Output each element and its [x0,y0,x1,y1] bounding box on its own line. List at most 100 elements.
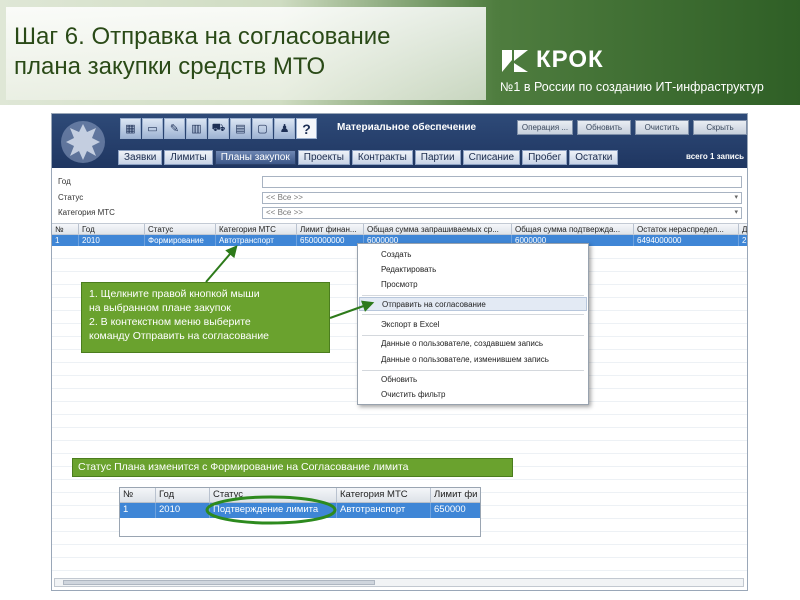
instruction-line: 1. Щелкните правой кнопкой мыши [89,288,260,300]
result-cell-status: Подтверждение лимита [210,503,337,518]
context-menu: Создать Редактировать Просмотр Отправить… [357,243,589,405]
menu-item-created-by[interactable]: Данные о пользователе, создавшем запись [359,337,587,351]
tab-mileage[interactable]: Пробег [522,150,568,165]
page-title-line2: плана закупки средств МТО [14,53,326,80]
result-col-year: Год [156,488,210,502]
refresh-button[interactable]: Обновить [577,120,631,135]
page-title: Шаг 6. Отправка на согласование плана за… [14,22,474,82]
users-icon[interactable]: ♟ [274,118,295,139]
result-col-status: Статус [210,488,337,502]
book-icon[interactable]: ▤ [230,118,251,139]
col-limit[interactable]: Лимит финан... [297,224,364,234]
menu-separator [362,295,584,296]
menu-separator [362,335,584,336]
horizontal-scrollbar[interactable] [54,578,744,587]
status-change-callout: Статус Плана изменится с Формирование на… [72,458,513,477]
result-cell-number: 1 [120,503,156,518]
bank-icon[interactable]: ▦ [120,118,141,139]
tab-contracts[interactable]: Контракты [351,150,413,165]
cell-year: 2010 [79,235,145,246]
tab-writeoff[interactable]: Списание [462,150,521,165]
menu-item-create[interactable]: Создать [359,248,587,262]
operation-button[interactable]: Операция ... [517,120,573,135]
vehicle-icon[interactable]: ⛟ [208,118,229,139]
page-title-line1: Шаг 6. Отправка на согласование [14,23,391,50]
result-grid: № Год Статус Категория МТС Лимит фи 1 20… [119,487,481,537]
module-title: Материальное обеспечение [337,122,477,133]
filter-year: Год [52,176,747,189]
tab-balances[interactable]: Остатки [569,150,619,165]
tab-purchase-plans[interactable]: Планы закупок [214,150,296,165]
krok-logo-icon [502,50,528,72]
menu-item-refresh[interactable]: Обновить [359,373,587,387]
brand-tagline: №1 в России по созданию ИТ-инфраструктур [500,80,764,94]
menu-item-modified-by[interactable]: Данные о пользователе, изменившем запись [359,353,587,367]
brand-name: КРОК [536,46,604,73]
tab-batches[interactable]: Партии [414,150,461,165]
category-select[interactable]: << Все >> ▾ [262,207,742,219]
col-confirmed[interactable]: Общая сумма подтвержда... [512,224,634,234]
cell-category: Автотранспорт [216,235,297,246]
instruction-line: 2. В контекстном меню выберите [89,316,251,328]
col-status[interactable]: Статус [145,224,216,234]
app-toolbar: ▦ ▭ ✎ ▥ ⛟ ▤ ▢ ♟ ? Материальное обеспечен… [52,114,747,168]
col-category[interactable]: Категория МТС [216,224,297,234]
filter-category-label: Категория МТС [58,208,115,217]
col-remainder[interactable]: Остаток нераспредел... [634,224,739,234]
krok-logo: КРОК [500,46,620,76]
col-d[interactable]: Д [739,224,747,234]
header-banner: Шаг 6. Отправка на согласование плана за… [0,0,800,105]
col-requested[interactable]: Общая сумма запрашиваемых ср... [364,224,512,234]
menu-item-clear-filter[interactable]: Очистить фильтр [359,388,587,402]
col-number[interactable]: № [52,224,79,234]
cell-d: 2 [742,236,747,245]
result-cell-limit: 650000 [434,504,466,515]
clear-button[interactable]: Очистить [635,120,689,135]
filter-status: Статус << Все >> ▾ [52,192,747,205]
status-select[interactable]: << Все >> ▾ [262,192,742,204]
instruction-line: команду Отправить на согласование [89,330,270,342]
tab-projects[interactable]: Проекты [297,150,350,165]
tab-limits[interactable]: Лимиты [164,150,213,165]
category-select-value: << Все >> [266,208,303,217]
menu-item-edit[interactable]: Редактировать [359,263,587,277]
dropdown-arrow-icon: ▾ [734,209,738,216]
help-icon[interactable]: ? [296,118,317,139]
col-year[interactable]: Год [79,224,145,234]
menu-item-view[interactable]: Просмотр [359,278,587,292]
filter-year-label: Год [58,177,71,186]
result-col-category: Категория МТС [337,488,431,502]
cell-status: Формирование [145,235,216,246]
year-input[interactable] [262,176,742,188]
result-cell-category: Автотранспорт [337,503,431,518]
cell-remainder: 6494000000 [634,235,739,246]
grid-header: № Год Статус Категория МТС Лимит финан..… [52,223,747,235]
hide-button[interactable]: Скрыть [693,120,747,135]
menu-separator [362,370,584,371]
tools-icon[interactable]: ✎ [164,118,185,139]
status-select-value: << Все >> [266,193,303,202]
result-col-limit: Лимит фи [434,489,478,500]
cell-number: 1 [52,235,79,246]
menu-item-send-for-approval[interactable]: Отправить на согласование [359,297,587,311]
document-icon[interactable]: ▢ [252,118,273,139]
slide: Шаг 6. Отправка на согласование плана за… [0,0,800,600]
toolbar-icons: ▦ ▭ ✎ ▥ ⛟ ▤ ▢ ♟ ? [120,118,317,140]
result-col-number: № [120,488,156,502]
record-count: всего 1 запись [686,152,745,161]
building-icon[interactable]: ▥ [186,118,207,139]
tab-requests[interactable]: Заявки [118,150,163,165]
nav-tabs: Заявки Лимиты Планы закупок Проекты Конт… [118,150,619,165]
filter-status-label: Статус [58,193,84,202]
emblem-icon [61,121,105,163]
menu-item-export-excel[interactable]: Экспорт в Excel [359,318,587,332]
instruction-callout: 1. Щелкните правой кнопкой мыши на выбра… [81,282,330,353]
filter-category: Категория МТС << Все >> ▾ [52,207,747,220]
result-grid-header: № Год Статус Категория МТС Лимит фи [120,488,480,503]
menu-separator [362,314,584,315]
monitor-icon[interactable]: ▭ [142,118,163,139]
result-table-row: 1 2010 Подтверждение лимита Автотранспор… [120,503,480,518]
instruction-line: на выбранном плане закупок [89,302,231,314]
result-cell-year: 2010 [156,503,210,518]
scrollbar-thumb[interactable] [63,580,375,585]
